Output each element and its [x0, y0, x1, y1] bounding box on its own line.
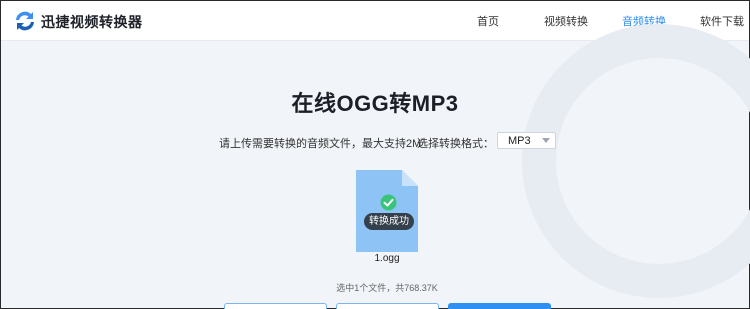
background-decoration	[522, 24, 750, 298]
format-select-value: MP3	[508, 135, 531, 147]
chevron-down-icon	[542, 138, 550, 143]
file-name: 1.ogg	[374, 253, 400, 264]
action-button-1[interactable]	[224, 303, 327, 309]
swap-arrows-logo-icon[interactable]	[13, 9, 37, 33]
file-icon[interactable]	[356, 170, 418, 252]
format-label: 选择转换格式：	[417, 138, 494, 150]
action-button-2[interactable]	[336, 303, 439, 309]
check-circle-icon	[380, 194, 397, 211]
brand-name[interactable]: 迅捷视频转换器	[41, 12, 143, 32]
upload-hint: 请上传需要转换的音频文件，最大支持2M	[219, 138, 422, 150]
nav-home[interactable]: 首页	[477, 13, 499, 29]
status-badge: 转换成功	[364, 213, 414, 230]
page-title: 在线OGG转MP3	[291, 91, 459, 116]
selection-summary: 选中1个文件，共768.37K	[336, 283, 438, 293]
format-select[interactable]: MP3	[497, 132, 556, 149]
action-button-primary[interactable]	[448, 303, 551, 309]
